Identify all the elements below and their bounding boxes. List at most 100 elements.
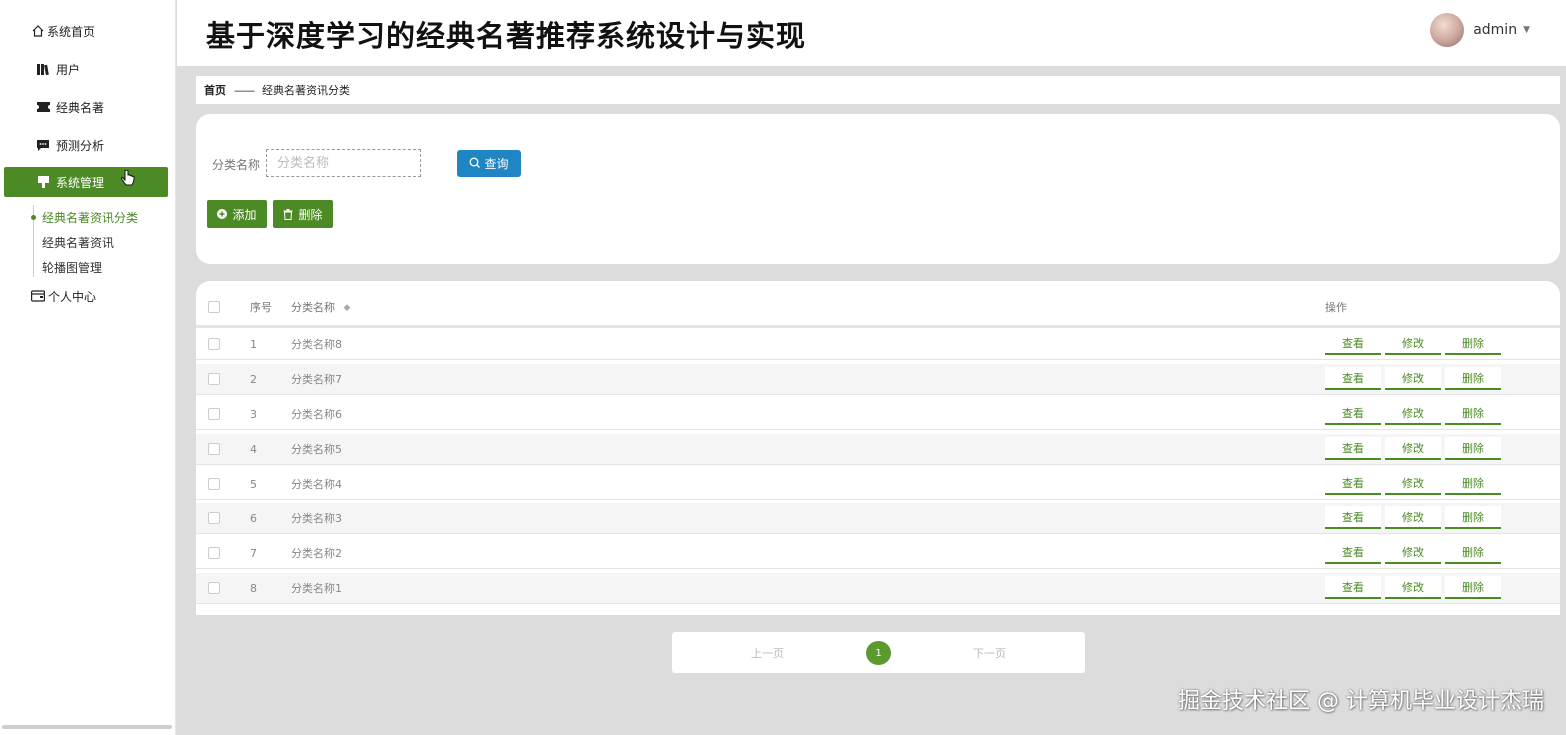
breadcrumb: 首页 —— 经典名著资讯分类 [196,76,1560,104]
row-index: 3 [250,407,257,421]
delete-button[interactable]: 删除 [1445,506,1501,529]
search-icon [469,157,481,171]
plus-circle-icon [217,209,228,219]
row-index: 4 [250,442,257,456]
view-button[interactable]: 查看 [1325,576,1381,599]
table-row: 6 分类名称3 查看 修改 删除 [196,503,1560,534]
sidebar-subitem-news[interactable]: 经典名著资讯 [42,234,114,251]
view-button[interactable]: 查看 [1325,506,1381,529]
sidebar-item-classics[interactable]: 经典名著 [4,92,168,122]
table-header: 序号 分类名称 ◆ 操作 [196,289,1560,325]
table-row: 4 分类名称5 查看 修改 删除 [196,434,1560,465]
sidebar-scrollbar[interactable] [2,725,172,729]
row-index: 6 [250,511,257,525]
delete-button[interactable]: 删除 [1445,402,1501,425]
delete-button[interactable]: 删除 [1445,367,1501,390]
add-button-label: 添加 [232,207,257,222]
sort-icon[interactable]: ◆ [344,303,351,313]
edit-button[interactable]: 修改 [1385,367,1441,390]
avatar [1430,13,1465,47]
table-row: 7 分类名称2 查看 修改 删除 [196,538,1560,569]
view-button[interactable]: 查看 [1325,541,1381,564]
delete-button[interactable]: 删除 [1445,332,1501,355]
view-button[interactable]: 查看 [1325,437,1381,460]
edit-button[interactable]: 修改 [1385,541,1441,564]
row-index: 7 [250,546,257,560]
breadcrumb-home[interactable]: 首页 [204,82,226,98]
cursor-hand-icon [120,169,136,193]
sidebar-item-analysis[interactable]: 预测分析 [4,130,168,160]
row-checkbox[interactable] [208,547,220,559]
header-name[interactable]: 分类名称 ◆ [291,299,350,315]
chat-icon [36,138,50,152]
user-menu[interactable]: admin ▼ [1430,13,1530,47]
edit-button[interactable]: 修改 [1385,402,1441,425]
query-button[interactable]: 查询 [457,150,521,177]
view-button[interactable]: 查看 [1325,472,1381,495]
pagination: 上一页 1 下一页 [672,632,1085,673]
sidebar-item-label: 个人中心 [48,289,97,304]
query-button-label: 查询 [484,157,509,171]
row-checkbox[interactable] [208,408,220,420]
sidebar-item-label: 预测分析 [56,138,105,153]
table-row: 2 分类名称7 查看 修改 删除 [196,364,1560,395]
wallet-icon [31,289,45,303]
home-icon [31,24,45,38]
sidebar-item-label: 经典名著 [56,100,105,115]
sidebar-item-label: 系统管理 [56,175,105,190]
page-number-button[interactable]: 1 [866,641,891,665]
row-checkbox[interactable] [208,373,220,385]
table-row: 1 分类名称8 查看 修改 删除 [196,329,1560,360]
sidebar-item-system[interactable]: 系统管理 [4,167,168,197]
sidebar-item-label: 系统首页 [47,24,96,39]
sidebar-submenu: 经典名著资讯分类 经典名著资讯 轮播图管理 [31,205,138,277]
header-name-label: 分类名称 [291,301,335,314]
row-checkbox[interactable] [208,443,220,455]
breadcrumb-current: 经典名著资讯分类 [262,84,350,97]
view-button[interactable]: 查看 [1325,332,1381,355]
sidebar-subitem-category[interactable]: 经典名著资讯分类 [42,209,138,226]
search-input[interactable] [266,149,421,177]
select-all-checkbox[interactable] [208,301,220,313]
prev-page-button[interactable]: 上一页 [751,645,784,661]
book-icon [36,62,50,76]
sidebar: 系统首页 用户 经典名著 预测分析 系统管理 经典名著资讯分类 经典名著资讯 轮… [0,0,176,735]
delete-button[interactable]: 删除 [1445,437,1501,460]
sidebar-item-personal[interactable]: 个人中心 [4,281,168,311]
row-checkbox[interactable] [208,512,220,524]
row-checkbox[interactable] [208,478,220,490]
table-row: 8 分类名称1 查看 修改 删除 [196,573,1560,604]
next-page-button[interactable]: 下一页 [973,645,1006,661]
header-ops: 操作 [1325,301,1347,314]
sidebar-item-label: 用户 [56,62,81,77]
batch-delete-button[interactable]: 删除 [273,200,333,228]
edit-button[interactable]: 修改 [1385,506,1441,529]
sidebar-subitem-carousel[interactable]: 轮播图管理 [42,259,102,276]
delete-button[interactable]: 删除 [1445,541,1501,564]
view-button[interactable]: 查看 [1325,367,1381,390]
batch-delete-button-label: 删除 [298,207,323,222]
edit-button[interactable]: 修改 [1385,576,1441,599]
edit-button[interactable]: 修改 [1385,332,1441,355]
active-dot-icon [31,215,36,220]
row-index: 8 [250,581,257,595]
row-checkbox[interactable] [208,338,220,350]
edit-button[interactable]: 修改 [1385,472,1441,495]
row-name: 分类名称6 [291,408,342,421]
delete-button[interactable]: 删除 [1445,472,1501,495]
row-name: 分类名称8 [291,338,342,351]
view-button[interactable]: 查看 [1325,402,1381,425]
delete-button[interactable]: 删除 [1445,576,1501,599]
row-name: 分类名称4 [291,478,342,491]
breadcrumb-separator: —— [234,83,255,97]
watermark: 掘金技术社区 @ 计算机毕业设计杰瑞 [1178,689,1544,714]
row-name: 分类名称2 [291,547,342,560]
row-name: 分类名称7 [291,373,342,386]
sidebar-item-home[interactable]: 系统首页 [4,16,168,46]
add-button[interactable]: 添加 [207,200,267,228]
table-row: 5 分类名称4 查看 修改 删除 [196,469,1560,500]
row-checkbox[interactable] [208,582,220,594]
edit-button[interactable]: 修改 [1385,437,1441,460]
search-panel: 分类名称 查询 添加 删除 [196,114,1560,264]
sidebar-item-users[interactable]: 用户 [4,54,168,84]
